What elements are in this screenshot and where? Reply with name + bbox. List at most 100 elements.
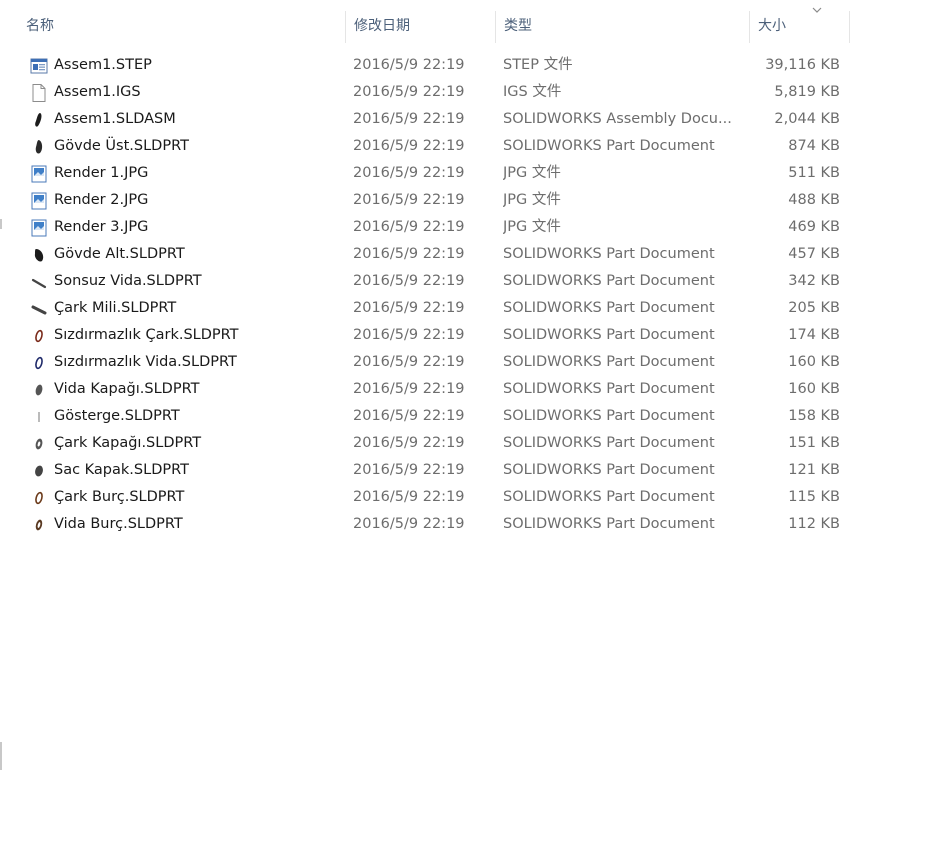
- file-name: Render 2.JPG: [54, 192, 149, 208]
- file-date: 2016/5/9 22:19: [353, 300, 465, 316]
- file-row[interactable]: Sızdırmazlık Çark.SLDPRT 2016/5/9 22:19 SO…: [0, 322, 946, 349]
- file-size: 205 KB: [788, 300, 840, 316]
- solidworks-part-icon: [35, 140, 43, 154]
- column-header-date-label: 修改日期: [354, 18, 410, 34]
- file-type: SOLIDWORKS Part Document: [503, 381, 715, 397]
- file-type: SOLIDWORKS Part Document: [503, 354, 715, 370]
- solidworks-assembly-icon: [35, 113, 42, 127]
- file-icon-cell: [29, 295, 49, 322]
- file-size: 160 KB: [788, 354, 840, 370]
- file-size: 115 KB: [788, 489, 840, 505]
- file-icon-cell: [29, 511, 49, 538]
- column-header-bar: 名称 修改日期 类型 大小: [18, 0, 946, 44]
- file-row[interactable]: Sonsuz Vida.SLDPRT 2016/5/9 22:19 SOLIDWOR…: [0, 268, 946, 295]
- file-type: JPG 文件: [503, 165, 561, 181]
- file-size: 457 KB: [788, 246, 840, 262]
- file-date: 2016/5/9 22:19: [353, 273, 465, 289]
- file-date: 2016/5/9 22:19: [353, 327, 465, 343]
- file-size: 121 KB: [788, 462, 840, 478]
- file-name: Assem1.IGS: [54, 84, 141, 100]
- file-size: 469 KB: [788, 219, 840, 235]
- file-row[interactable]: Assem1.STEP 2016/5/9 22:19 STEP 文件 39,116 K…: [0, 52, 946, 79]
- file-row[interactable]: Gösterge.SLDPRT 2016/5/9 22:19 SOLIDWORKS …: [0, 403, 946, 430]
- column-header-type[interactable]: 类型: [496, 11, 750, 43]
- file-row[interactable]: Render 3.JPG 2016/5/9 22:19 JPG 文件 469 KB: [0, 214, 946, 241]
- file-row[interactable]: Çark Mili.SLDPRT 2016/5/9 22:19 SOLIDWORKS…: [0, 295, 946, 322]
- file-type: SOLIDWORKS Part Document: [503, 273, 715, 289]
- file-list: Assem1.STEP 2016/5/9 22:19 STEP 文件 39,116 K…: [0, 52, 946, 538]
- file-size: 160 KB: [788, 381, 840, 397]
- file-name: Assem1.STEP: [54, 57, 152, 73]
- file-name: Gövde Üst.SLDPRT: [54, 138, 189, 154]
- file-date: 2016/5/9 22:19: [353, 246, 465, 262]
- file-name: Vida Burç.SLDPRT: [54, 516, 183, 532]
- file-icon-cell: [29, 322, 49, 349]
- file-size: 511 KB: [788, 165, 840, 181]
- file-type: SOLIDWORKS Part Document: [503, 300, 715, 316]
- file-icon-cell: [29, 214, 49, 241]
- file-size: 874 KB: [788, 138, 840, 154]
- file-row[interactable]: Gövde Alt.SLDPRT 2016/5/9 22:19 SOLIDWORKS…: [0, 241, 946, 268]
- file-type: IGS 文件: [503, 84, 562, 100]
- file-size: 158 KB: [788, 408, 840, 424]
- solidworks-part-icon: [35, 438, 43, 450]
- file-type: SOLIDWORKS Part Document: [503, 516, 715, 532]
- file-type: JPG 文件: [503, 192, 561, 208]
- file-icon-cell: [29, 349, 49, 376]
- file-icon-cell: [29, 241, 49, 268]
- file-name: Render 1.JPG: [54, 165, 149, 181]
- file-row[interactable]: Gövde Üst.SLDPRT 2016/5/9 22:19 SOLIDWORKS…: [0, 133, 946, 160]
- file-size: 2,044 KB: [774, 111, 840, 127]
- file-explorer-details-view: 名称 修改日期 类型 大小 Assem1.STEP 2016/5/9 22:19 S…: [0, 0, 946, 856]
- column-header-name[interactable]: 名称: [18, 11, 346, 43]
- solidworks-part-icon: [35, 329, 43, 343]
- file-row[interactable]: Assem1.IGS 2016/5/9 22:19 IGS 文件 5,819 KB: [0, 79, 946, 106]
- file-size: 112 KB: [788, 516, 840, 532]
- edge-marker: [0, 742, 2, 770]
- file-icon-cell: [29, 160, 49, 187]
- file-name: Sızdırmazlık Vida.SLDPRT: [54, 354, 237, 370]
- file-row[interactable]: Assem1.SLDASM 2016/5/9 22:19 SOLIDWORKS As…: [0, 106, 946, 133]
- image-file-icon: [31, 165, 47, 183]
- file-row[interactable]: Çark Burç.SLDPRT 2016/5/9 22:19 SOLIDWORKS…: [0, 484, 946, 511]
- file-type: JPG 文件: [503, 219, 561, 235]
- file-size: 5,819 KB: [774, 84, 840, 100]
- solidworks-part-icon: [35, 491, 43, 505]
- file-type: SOLIDWORKS Part Document: [503, 435, 715, 451]
- file-row[interactable]: Sızdırmazlık Vida.SLDPRT 2016/5/9 22:19 SO…: [0, 349, 946, 376]
- solidworks-part-icon: [35, 384, 43, 396]
- file-icon-cell: [29, 457, 49, 484]
- file-date: 2016/5/9 22:19: [353, 84, 465, 100]
- solidworks-part-icon: [35, 356, 43, 370]
- file-type: SOLIDWORKS Part Document: [503, 489, 715, 505]
- file-icon-cell: [29, 52, 49, 79]
- file-name: Render 3.JPG: [54, 219, 149, 235]
- file-row[interactable]: Render 1.JPG 2016/5/9 22:19 JPG 文件 511 KB: [0, 160, 946, 187]
- file-icon-cell: [29, 133, 49, 160]
- file-name: Vida Kapağı.SLDPRT: [54, 381, 200, 397]
- column-header-name-label: 名称: [26, 18, 54, 34]
- file-type: SOLIDWORKS Part Document: [503, 327, 715, 343]
- file-icon-cell: [29, 106, 49, 133]
- file-date: 2016/5/9 22:19: [353, 57, 465, 73]
- image-file-icon: [31, 192, 47, 210]
- column-header-size[interactable]: 大小: [750, 11, 850, 43]
- solidworks-part-icon: [35, 519, 43, 531]
- file-icon-cell: [29, 376, 49, 403]
- solidworks-part-icon: [34, 249, 44, 262]
- step-file-icon: [30, 58, 48, 74]
- file-type: SOLIDWORKS Assembly Docu...: [503, 111, 732, 127]
- file-name: Sonsuz Vida.SLDPRT: [54, 273, 202, 289]
- file-date: 2016/5/9 22:19: [353, 435, 465, 451]
- file-row[interactable]: Sac Kapak.SLDPRT 2016/5/9 22:19 SOLIDWORKS…: [0, 457, 946, 484]
- file-row[interactable]: Vida Kapağı.SLDPRT 2016/5/9 22:19 SOLIDWOR…: [0, 376, 946, 403]
- file-name: Gövde Alt.SLDPRT: [54, 246, 185, 262]
- file-row[interactable]: Vida Burç.SLDPRT 2016/5/9 22:19 SOLIDWORKS…: [0, 511, 946, 538]
- file-row[interactable]: Çark Kapağı.SLDPRT 2016/5/9 22:19 SOLIDWOR…: [0, 430, 946, 457]
- chevron-down-icon: [812, 7, 822, 13]
- file-row[interactable]: Render 2.JPG 2016/5/9 22:19 JPG 文件 488 KB: [0, 187, 946, 214]
- file-size: 342 KB: [788, 273, 840, 289]
- file-type: SOLIDWORKS Part Document: [503, 246, 715, 262]
- file-date: 2016/5/9 22:19: [353, 516, 465, 532]
- column-header-date[interactable]: 修改日期: [346, 11, 496, 43]
